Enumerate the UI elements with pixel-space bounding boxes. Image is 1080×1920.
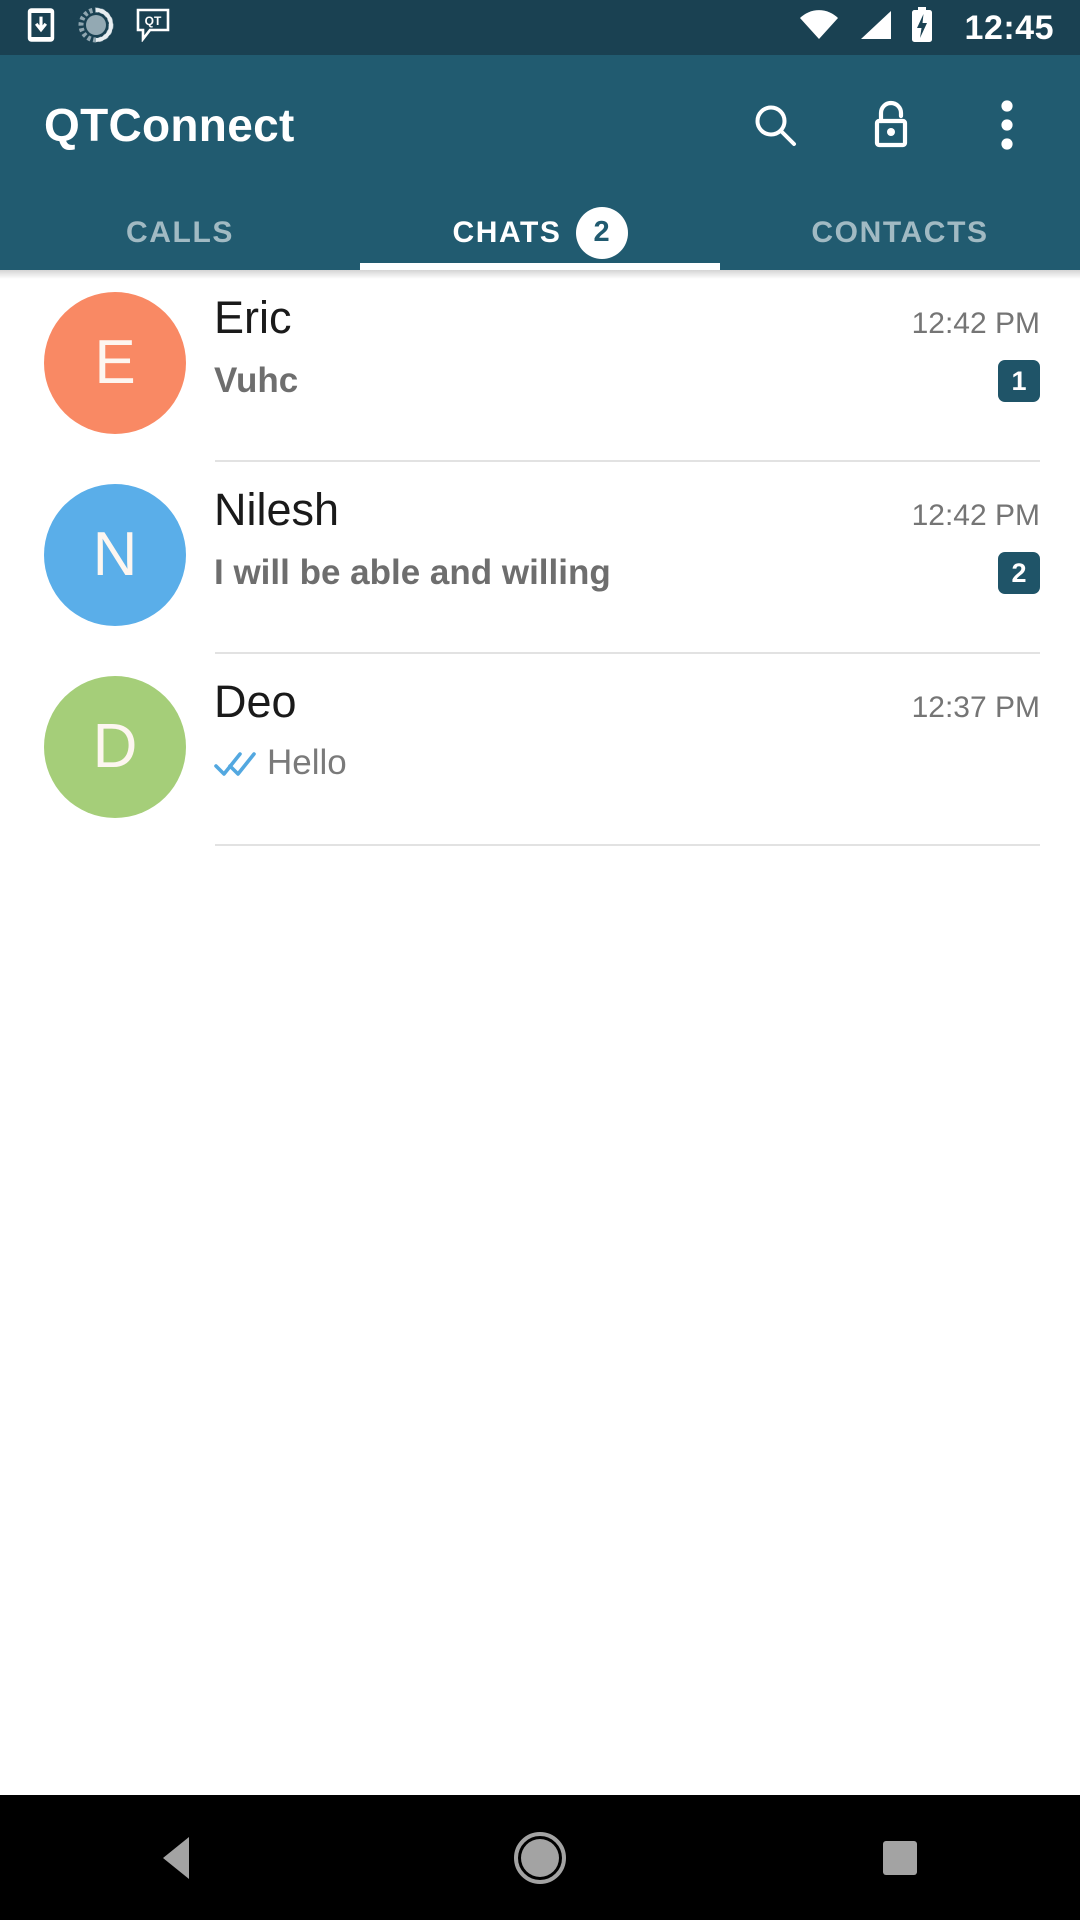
double-check-read-icon	[214, 750, 258, 778]
avatar: D	[44, 676, 186, 818]
chat-item-body: Deo 12:37 PM Hello	[214, 654, 1040, 846]
contact-name: Nilesh	[214, 486, 340, 534]
status-bar: QT 12:45	[0, 0, 1080, 55]
chat-item-body: Nilesh 12:42 PM I will be able and willi…	[214, 462, 1040, 654]
app-bar-top: QTConnect	[0, 55, 1080, 195]
message-time: 12:42 PM	[911, 307, 1040, 340]
unread-count-badge: 2	[998, 552, 1040, 595]
chat-list[interactable]: E Eric 12:42 PM Vuhc 1 N Nilesh 12:42 PM…	[0, 270, 1080, 1795]
app-bar: QTConnect CALLS CHATS 2 CONTACTS	[0, 55, 1080, 270]
qt-message-icon: QT	[136, 8, 170, 47]
app-title: QTConnect	[44, 99, 295, 151]
chat-list-item[interactable]: D Deo 12:37 PM Hello	[0, 654, 1080, 846]
tab-calls-label: CALLS	[126, 215, 234, 249]
avatar-initial: E	[94, 328, 136, 397]
chat-list-item[interactable]: E Eric 12:42 PM Vuhc 1	[0, 270, 1080, 462]
tab-contacts-label: CONTACTS	[811, 215, 989, 249]
app-bar-actions	[746, 96, 1036, 154]
chat-item-preview: I will be able and willing 2	[214, 552, 1040, 595]
chat-item-header: Eric 12:42 PM	[214, 294, 1040, 341]
message-snippet: Hello	[267, 744, 347, 783]
wifi-icon	[798, 9, 840, 46]
chat-item-header: Nilesh 12:42 PM	[214, 486, 1040, 533]
svg-text:QT: QT	[145, 14, 162, 28]
sync-spinner-icon	[78, 7, 114, 48]
message-snippet: Vuhc	[214, 362, 299, 400]
tab-contacts[interactable]: CONTACTS	[720, 195, 1080, 270]
list-divider	[215, 844, 1040, 846]
message-snippet: I will be able and willing	[214, 554, 611, 592]
chat-list-item[interactable]: N Nilesh 12:42 PM I will be able and wil…	[0, 462, 1080, 654]
tab-chats-label: CHATS	[452, 215, 562, 249]
search-icon[interactable]	[746, 96, 804, 154]
tab-calls[interactable]: CALLS	[0, 195, 360, 270]
avatar-initial: N	[92, 520, 138, 589]
recents-button[interactable]	[720, 1837, 1080, 1879]
chat-item-preview: Hello	[214, 744, 1040, 783]
status-bar-clock: 12:45	[964, 8, 1054, 47]
tab-chats[interactable]: CHATS 2	[360, 195, 720, 270]
contact-name: Eric	[214, 294, 292, 342]
unlock-icon[interactable]	[862, 96, 920, 154]
back-button[interactable]	[0, 1833, 360, 1883]
chat-item-body: Eric 12:42 PM Vuhc 1	[214, 270, 1040, 462]
tab-chats-badge: 2	[575, 206, 628, 259]
unread-count-badge: 1	[998, 360, 1040, 403]
download-to-device-icon	[26, 7, 56, 48]
avatar: N	[44, 484, 186, 626]
chat-item-preview: Vuhc 1	[214, 360, 1040, 403]
avatar: E	[44, 292, 186, 434]
avatar-initial: D	[92, 712, 138, 781]
tab-bar: CALLS CHATS 2 CONTACTS	[0, 195, 1080, 270]
system-navigation-bar	[0, 1795, 1080, 1920]
battery-charging-icon	[910, 7, 934, 48]
cellular-signal-icon	[857, 9, 893, 46]
message-time: 12:42 PM	[911, 499, 1040, 532]
status-bar-system-icons: 12:45	[798, 7, 1054, 48]
tab-active-indicator	[360, 263, 720, 270]
overflow-menu-icon[interactable]	[978, 96, 1036, 154]
contact-name: Deo	[214, 678, 297, 726]
phone-screen: QT 12:45 QTConnect CALLS CHATS 2 CONTACT…	[0, 0, 1080, 1920]
home-button[interactable]	[360, 1831, 720, 1885]
message-time: 12:37 PM	[911, 691, 1040, 724]
chat-item-header: Deo 12:37 PM	[214, 678, 1040, 725]
status-bar-notification-icons: QT	[26, 7, 170, 48]
